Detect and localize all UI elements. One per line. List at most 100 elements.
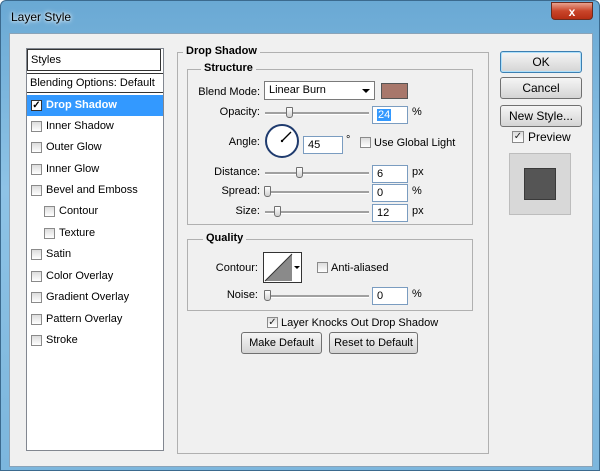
texture-checkbox[interactable]: [44, 228, 55, 239]
satin-checkbox[interactable]: [31, 249, 42, 260]
size-slider-thumb[interactable]: [274, 206, 281, 217]
list-item-stroke[interactable]: Stroke: [27, 330, 163, 351]
list-item-label: Pattern Overlay: [46, 313, 123, 325]
noise-slider-track[interactable]: [265, 295, 369, 298]
use-global-light-checkbox[interactable]: [360, 137, 371, 148]
noise-unit: %: [412, 288, 422, 300]
contour-picker[interactable]: [263, 252, 294, 283]
list-item-contour[interactable]: Contour: [27, 201, 163, 222]
list-item-texture[interactable]: Texture: [27, 223, 163, 244]
opacity-label: Opacity:: [219, 106, 260, 118]
close-button[interactable]: x: [551, 2, 593, 20]
color-overlay-checkbox[interactable]: [31, 271, 42, 282]
angle-value: 45: [308, 139, 321, 151]
blend-mode-select[interactable]: Linear Burn: [264, 81, 375, 100]
outer-glow-checkbox[interactable]: [31, 142, 42, 153]
size-value: 12: [377, 207, 390, 219]
contour-label: Contour:: [215, 262, 258, 274]
list-item-pattern-overlay[interactable]: Pattern Overlay: [27, 309, 163, 330]
list-item-color-overlay[interactable]: Color Overlay: [27, 266, 163, 287]
drop-shadow-title: Drop Shadow: [183, 45, 260, 57]
title-bar[interactable]: Layer Style x: [1, 1, 599, 33]
distance-slider-thumb[interactable]: [296, 167, 303, 178]
angle-dial[interactable]: [265, 124, 299, 158]
new-style-button[interactable]: New Style...: [500, 105, 582, 127]
layer-style-window: Layer Style x Styles Blending Options: D…: [0, 0, 600, 471]
angle-label: Angle:: [228, 136, 260, 148]
list-item-label: Outer Glow: [46, 141, 102, 153]
gradient-overlay-checkbox[interactable]: [31, 292, 42, 303]
angle-input[interactable]: 45: [303, 136, 343, 154]
bevel-and-emboss-checkbox[interactable]: [31, 185, 42, 196]
opacity-slider-thumb[interactable]: [286, 107, 293, 118]
blend-mode-label: Blend Mode:: [198, 86, 260, 98]
list-item-inner-shadow[interactable]: Inner Shadow: [27, 116, 163, 137]
preview-thumbnail: [509, 153, 571, 215]
spread-value: 0: [377, 187, 384, 199]
preview-swatch: [524, 168, 556, 200]
spread-input[interactable]: 0: [372, 184, 408, 202]
shadow-color-swatch[interactable]: [381, 83, 408, 99]
knocks-out-label: Layer Knocks Out Drop Shadow: [281, 317, 439, 329]
make-default-button[interactable]: Make Default: [241, 332, 322, 354]
spread-unit: %: [412, 185, 422, 197]
distance-label: Distance:: [214, 166, 260, 178]
spread-slider-thumb[interactable]: [264, 186, 271, 197]
dialog-client-area: Styles Blending Options: Default ✓ Drop …: [9, 33, 593, 467]
size-input[interactable]: 12: [372, 204, 408, 222]
noise-value: 0: [377, 290, 384, 302]
ok-button[interactable]: OK: [500, 51, 582, 73]
contour-curve-icon: [264, 253, 293, 282]
opacity-value: 24: [377, 109, 392, 121]
list-item-label: Texture: [59, 227, 96, 239]
list-item-satin[interactable]: Satin: [27, 244, 163, 265]
anti-aliased-label: Anti-aliased: [331, 262, 389, 274]
blend-mode-value: Linear Burn: [269, 84, 326, 96]
quality-title: Quality: [203, 232, 247, 244]
reset-to-default-button[interactable]: Reset to Default: [329, 332, 418, 354]
drop-shadow-checkbox[interactable]: ✓: [31, 100, 42, 111]
chevron-down-icon: [362, 89, 370, 93]
distance-unit: px: [412, 166, 424, 178]
anti-aliased-checkbox[interactable]: [317, 262, 328, 273]
pattern-overlay-checkbox[interactable]: [31, 314, 42, 325]
contour-dropdown-button[interactable]: [293, 252, 302, 283]
list-item-outer-glow[interactable]: Outer Glow: [27, 137, 163, 158]
spread-label: Spread:: [221, 185, 260, 197]
angle-needle-icon: [280, 131, 292, 143]
noise-slider-thumb[interactable]: [264, 290, 271, 301]
contour-checkbox[interactable]: [44, 206, 55, 217]
styles-header[interactable]: Styles: [27, 49, 161, 71]
stroke-checkbox[interactable]: [31, 335, 42, 346]
chevron-down-icon: [294, 266, 300, 269]
list-item-label: Bevel and Emboss: [46, 184, 138, 196]
list-item-bevel-and-emboss[interactable]: Bevel and Emboss: [27, 180, 163, 201]
distance-value: 6: [377, 168, 384, 180]
structure-title: Structure: [201, 62, 256, 74]
list-item-label: Inner Glow: [46, 163, 100, 175]
list-item-label: Stroke: [46, 334, 78, 346]
list-item-gradient-overlay[interactable]: Gradient Overlay: [27, 287, 163, 308]
list-item-label: Drop Shadow: [46, 99, 117, 111]
spread-slider-track[interactable]: [265, 191, 369, 194]
opacity-slider-track[interactable]: [265, 112, 369, 115]
distance-input[interactable]: 6: [372, 165, 408, 183]
opacity-input[interactable]: 24: [372, 106, 408, 124]
knocks-out-checkbox[interactable]: ✓: [267, 317, 278, 328]
degree-unit: °: [346, 134, 351, 146]
blending-options-item[interactable]: Blending Options: Default: [27, 73, 163, 93]
preview-checkbox[interactable]: ✓: [512, 131, 524, 143]
inner-shadow-checkbox[interactable]: [31, 121, 42, 132]
distance-slider-track[interactable]: [265, 172, 369, 175]
size-label: Size:: [235, 205, 260, 217]
window-title: Layer Style: [11, 10, 72, 24]
cancel-button[interactable]: Cancel: [500, 77, 582, 99]
list-item-label: Gradient Overlay: [46, 291, 130, 303]
noise-label: Noise:: [226, 289, 258, 301]
noise-input[interactable]: 0: [372, 287, 408, 305]
list-item-drop-shadow[interactable]: ✓ Drop Shadow: [27, 95, 163, 116]
inner-glow-checkbox[interactable]: [31, 164, 42, 175]
size-unit: px: [412, 205, 424, 217]
list-item-inner-glow[interactable]: Inner Glow: [27, 159, 163, 180]
list-item-label: Satin: [46, 248, 72, 260]
